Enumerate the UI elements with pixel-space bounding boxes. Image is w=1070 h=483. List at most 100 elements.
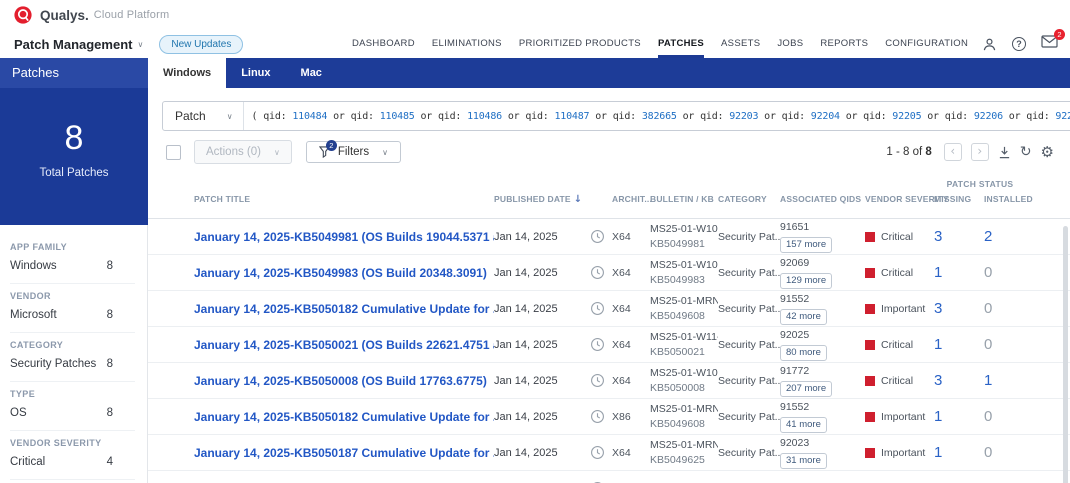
installed-count[interactable]: 0 — [980, 336, 1030, 353]
missing-count[interactable]: 1 — [930, 336, 980, 353]
kb-id: KB5049981 — [650, 237, 705, 250]
more-qids-badge[interactable]: 80 more — [780, 345, 827, 362]
user-icon[interactable] — [982, 37, 997, 52]
bulletin: MS25-01-MRNE... — [650, 439, 718, 452]
settings-gear-icon[interactable]: ⚙ — [1041, 144, 1054, 160]
nav-eliminations[interactable]: ELIMINATIONS — [432, 30, 502, 58]
installed-count[interactable]: 0 — [980, 444, 1030, 461]
col-associated-qids[interactable]: ASSOCIATED QIDS — [780, 194, 865, 218]
nav-assets[interactable]: ASSETS — [721, 30, 760, 58]
more-qids-badge[interactable]: 207 more — [780, 381, 833, 398]
facet-item-security-patches[interactable]: Security Patches 8 — [10, 356, 135, 382]
patch-title-link[interactable]: January 14, 2025-KB5049981 (OS Builds 19… — [194, 230, 494, 244]
table-row[interactable]: January 14, 2025-KB5050008 (OS Build 177… — [148, 363, 1070, 399]
table-toolbar: Actions (0) ∨ 2 Filters ∨ 1 - 8 of 8 ‹ › — [148, 140, 1070, 172]
installed-count[interactable]: 2 — [980, 228, 1030, 245]
facet-item-windows[interactable]: Windows 8 — [10, 258, 135, 284]
download-icon[interactable] — [998, 146, 1011, 159]
installed-count[interactable]: 0 — [980, 408, 1030, 425]
qid: 91552 — [780, 292, 810, 305]
filters-button[interactable]: 2 Filters ∨ — [305, 140, 401, 163]
module-switcher[interactable]: Patch Management — [14, 37, 132, 52]
table-row[interactable]: January 14, 2025-KB5049983 (OS Build 203… — [148, 255, 1070, 291]
missing-count[interactable]: 3 — [930, 228, 980, 245]
more-qids-badge[interactable]: 42 more — [780, 309, 827, 326]
missing-count[interactable]: 1 — [930, 408, 980, 425]
col-vendor-severity[interactable]: VENDOR SEVERITY — [865, 194, 949, 218]
actions-button[interactable]: Actions (0) ∨ — [194, 140, 292, 164]
col-architecture[interactable]: ARCHIT... — [612, 194, 652, 218]
vertical-scrollbar[interactable] — [1063, 226, 1068, 483]
installed-count[interactable]: 0 — [980, 300, 1030, 317]
more-qids-badge[interactable]: 129 more — [780, 273, 833, 290]
facet-item-critical[interactable]: Critical 4 — [10, 454, 135, 480]
col-installed[interactable]: INSTALLED — [980, 194, 1033, 218]
tab-windows[interactable]: Windows — [148, 58, 227, 88]
nav-reports[interactable]: REPORTS — [820, 30, 868, 58]
col-bulletin-kb[interactable]: BULLETIN / KB — [650, 194, 718, 218]
missing-count[interactable]: 3 — [930, 372, 980, 389]
patch-title-link[interactable]: January 14, 2025-KB5050187 Cumulative Up… — [194, 446, 494, 460]
table-row-partial[interactable] — [148, 471, 1070, 483]
nav-prioritized-products[interactable]: PRIORITIZED PRODUCTS — [519, 30, 641, 58]
search-query[interactable]: ( qid: 110484 or qid: 110485 or qid: 110… — [244, 111, 1070, 122]
new-updates-button[interactable]: New Updates — [159, 34, 244, 54]
severity-swatch — [865, 339, 875, 350]
nav-configuration[interactable]: CONFIGURATION — [885, 30, 968, 58]
col-missing[interactable]: MISSING — [930, 194, 980, 218]
clock-icon — [582, 373, 612, 388]
clock-icon — [582, 265, 612, 280]
severity-label: Critical — [881, 374, 914, 387]
table-row[interactable]: January 14, 2025-KB5050021 (OS Builds 22… — [148, 327, 1070, 363]
published-date: Jan 14, 2025 — [494, 266, 558, 279]
missing-count[interactable]: 3 — [930, 300, 980, 317]
next-page-button[interactable]: › — [970, 143, 989, 161]
pagination-text: 1 - 8 of 8 — [886, 146, 932, 158]
installed-count[interactable]: 0 — [980, 264, 1030, 281]
missing-count[interactable]: 1 — [930, 444, 980, 461]
facet-header-app-family: APP FAMILY — [10, 242, 68, 252]
main-content: Windows Linux Mac Patch ∨ ( qid: 110484 … — [148, 58, 1070, 483]
clock-icon — [582, 337, 612, 352]
nav-patches[interactable]: PATCHES — [658, 30, 704, 58]
severity-label: Critical — [881, 266, 914, 279]
patch-title-link[interactable]: January 14, 2025-KB5050182 Cumulative Up… — [194, 302, 494, 316]
facet-item-os[interactable]: OS 8 — [10, 405, 135, 431]
refresh-icon[interactable]: ↻ — [1020, 145, 1032, 159]
patch-title-link[interactable]: January 14, 2025-KB5050182 Cumulative Up… — [194, 410, 494, 424]
patch-title-link[interactable]: January 14, 2025-KB5050021 (OS Builds 22… — [194, 338, 494, 352]
architecture: X86 — [612, 410, 631, 423]
tab-mac[interactable]: Mac — [286, 58, 337, 88]
notifications-mail-icon[interactable]: 2 — [1041, 29, 1065, 53]
col-category[interactable]: CATEGORY — [718, 194, 780, 218]
nav-dashboard[interactable]: DASHBOARD — [352, 30, 415, 58]
published-date: Jan 14, 2025 — [494, 230, 558, 243]
select-all-checkbox[interactable] — [166, 144, 181, 160]
table-row[interactable]: January 14, 2025-KB5050182 Cumulative Up… — [148, 399, 1070, 435]
published-date: Jan 14, 2025 — [494, 338, 558, 351]
col-patch-title[interactable]: PATCH TITLE — [194, 194, 494, 218]
category: Security Pat... — [718, 302, 780, 315]
prev-page-button[interactable]: ‹ — [943, 143, 962, 161]
patch-title-link[interactable]: January 14, 2025-KB5050008 (OS Build 177… — [194, 374, 494, 388]
help-icon[interactable]: ? — [1012, 37, 1026, 51]
nav-jobs[interactable]: JOBS — [777, 30, 803, 58]
table-row[interactable]: January 14, 2025-KB5050182 Cumulative Up… — [148, 291, 1070, 327]
facet-item-microsoft[interactable]: Microsoft 8 — [10, 307, 135, 333]
more-qids-badge[interactable]: 157 more — [780, 237, 833, 254]
bulletin: MS25-01-W11-5... — [650, 331, 718, 344]
more-qids-badge[interactable]: 41 more — [780, 417, 827, 434]
kb-id: KB5049983 — [650, 273, 705, 286]
installed-count[interactable]: 1 — [980, 372, 1030, 389]
chevron-down-icon: ∨ — [382, 147, 388, 157]
col-published-date[interactable]: PUBLISHED DATE ↓ — [494, 194, 582, 218]
more-qids-badge[interactable]: 31 more — [780, 453, 827, 470]
table-row[interactable]: January 14, 2025-KB5050187 Cumulative Up… — [148, 435, 1070, 471]
search-scope-select[interactable]: Patch ∨ — [163, 102, 244, 130]
table-row[interactable]: January 14, 2025-KB5049981 (OS Builds 19… — [148, 219, 1070, 255]
bulletin: MS25-01-MRNE... — [650, 403, 718, 416]
tab-linux[interactable]: Linux — [226, 58, 285, 88]
architecture: X64 — [612, 302, 631, 315]
missing-count[interactable]: 1 — [930, 264, 980, 281]
patch-title-link[interactable]: January 14, 2025-KB5049983 (OS Build 203… — [194, 266, 494, 280]
